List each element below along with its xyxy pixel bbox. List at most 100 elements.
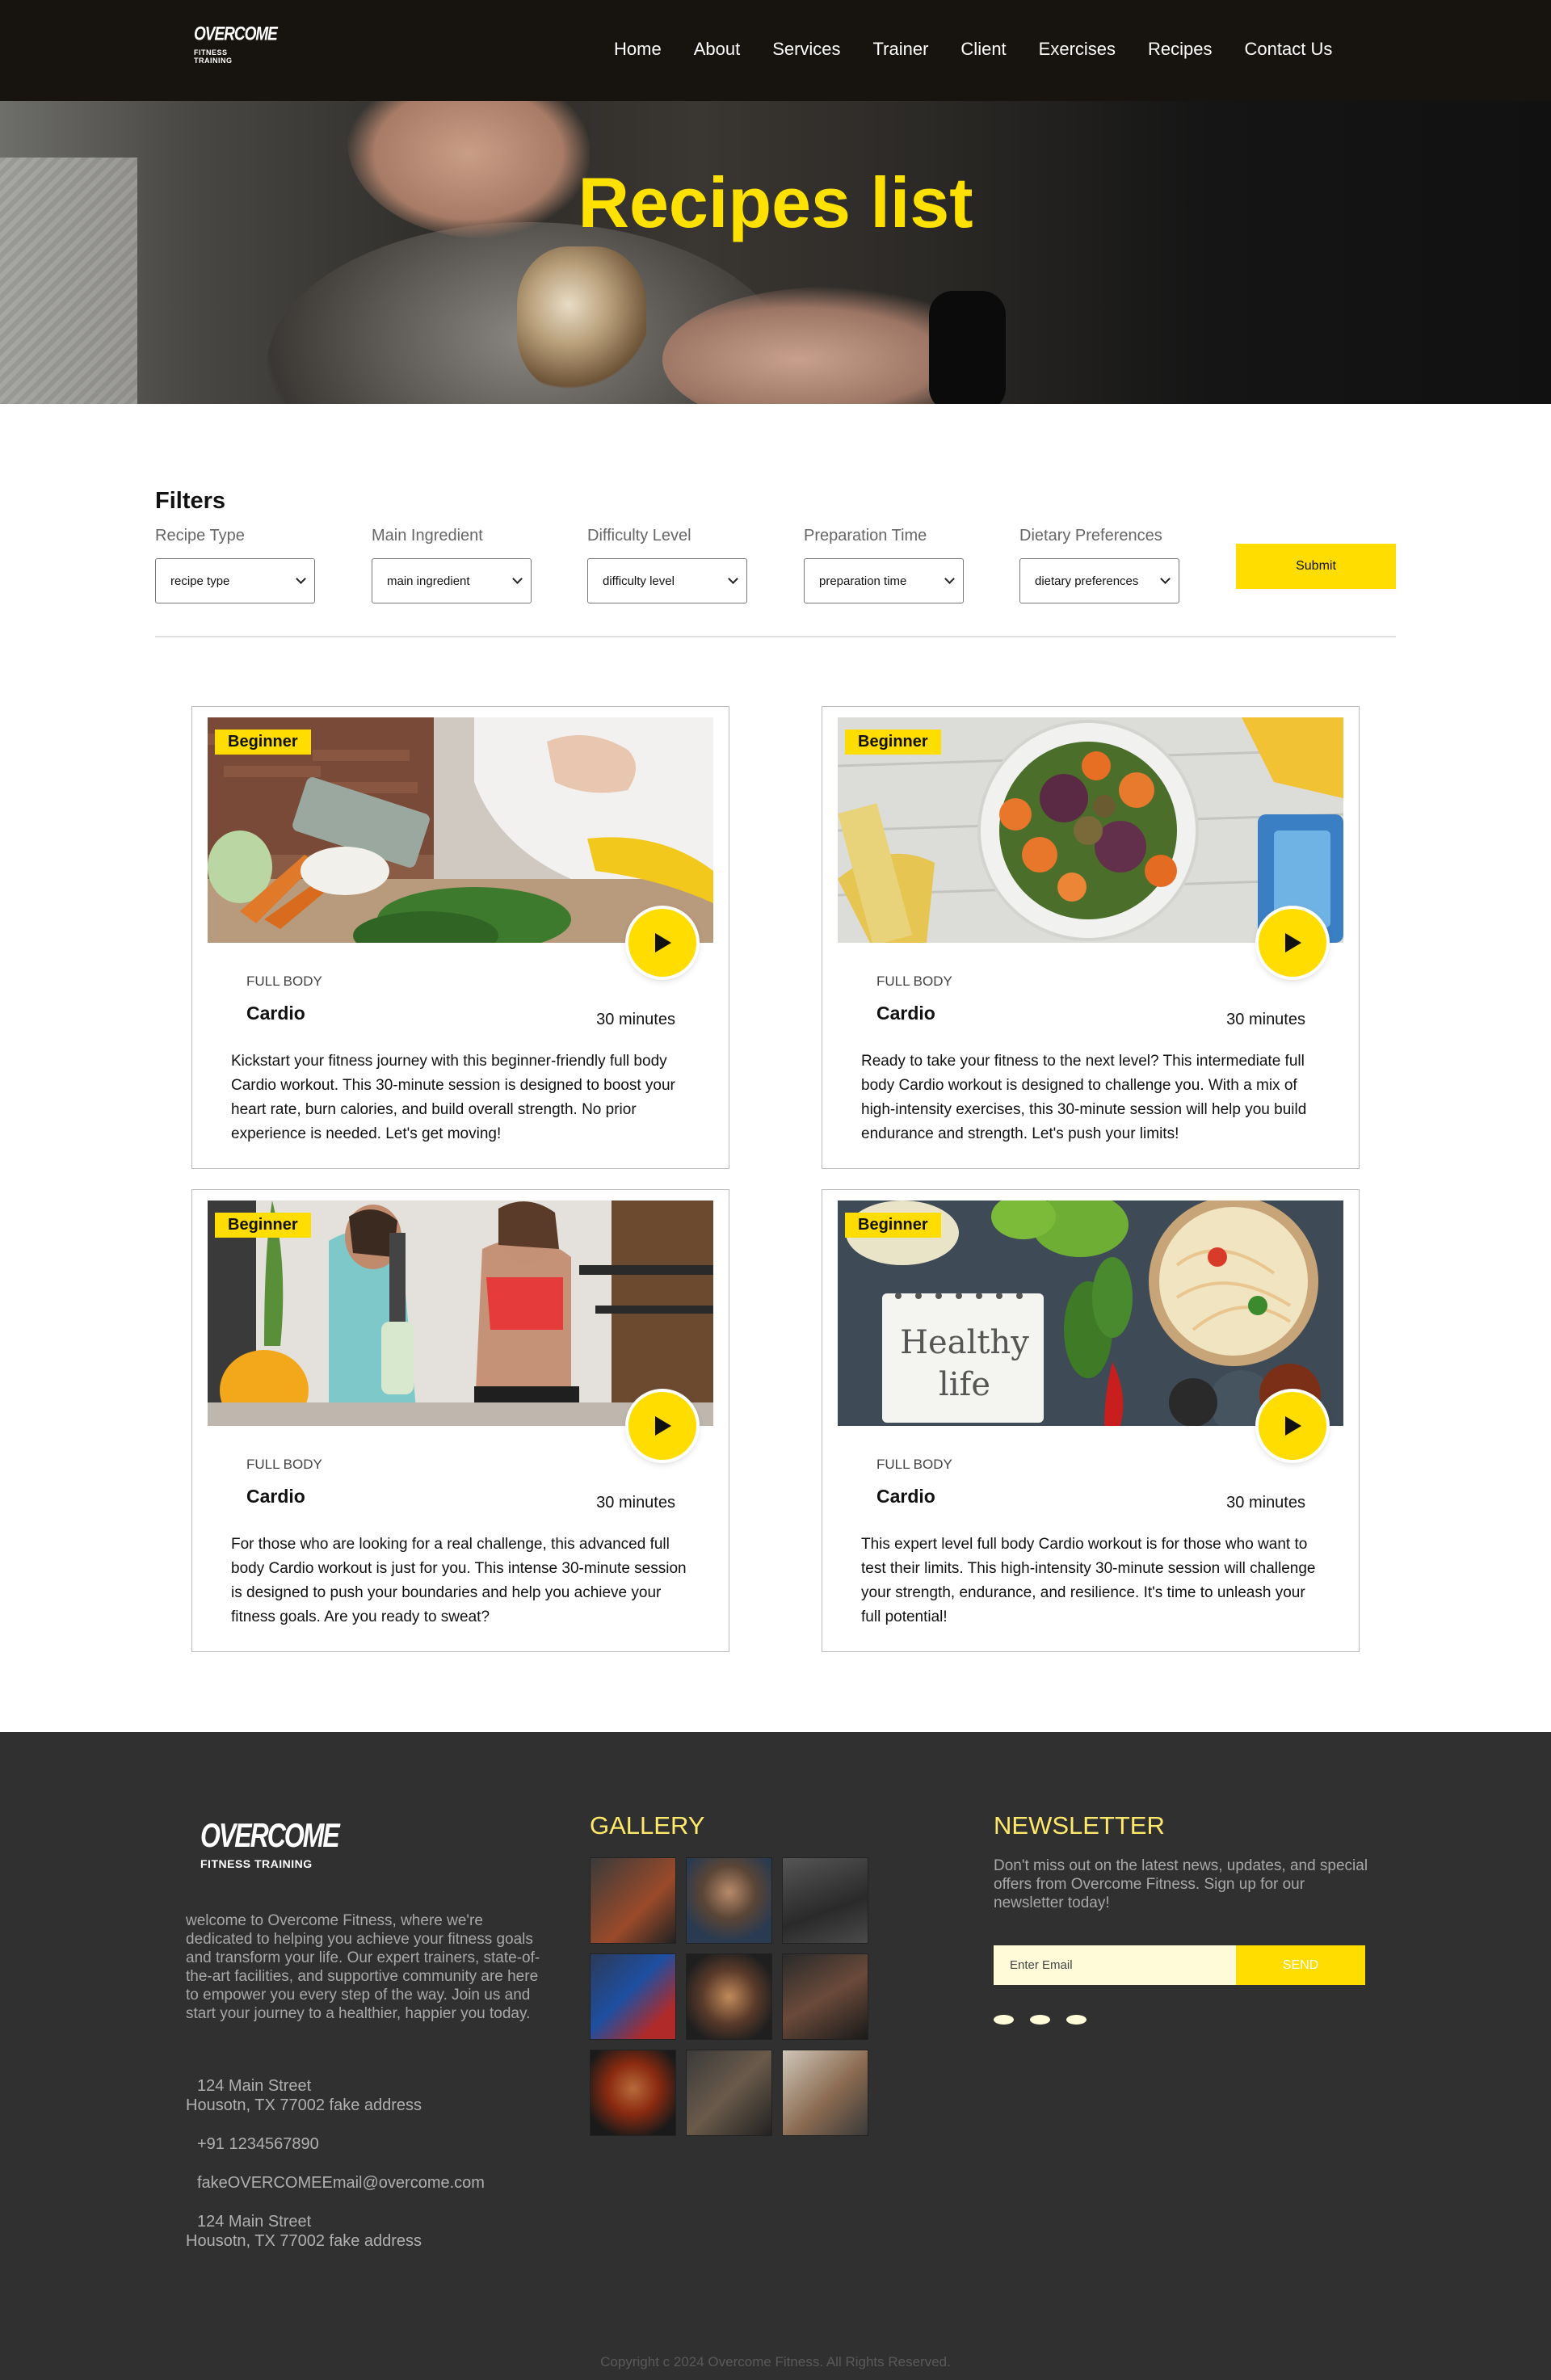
main-ingredient-select[interactable]: main ingredient [372,558,532,603]
play-button[interactable] [628,1392,696,1460]
nav-home-link[interactable]: Home [614,39,662,60]
chevron-down-icon [512,574,523,584]
submit-button[interactable]: Submit [1236,544,1396,589]
recipe-description: This expert level full body Cardio worko… [861,1536,1316,1625]
nav-services-link[interactable]: Services [772,39,840,60]
filter-dietary-preferences: Dietary Preferences dietary preferences [1019,527,1179,603]
logo-wordmark: OVERCOME [200,1816,340,1855]
address-line: Housotn, TX 77002 fake address [186,2096,422,2114]
recipe-type-select[interactable]: recipe type [155,558,315,603]
filter-label: Preparation Time [804,527,927,545]
gallery-thumb[interactable] [782,2050,868,2136]
recipe-category: FULL BODY [876,973,952,989]
filter-main-ingredient: Main Ingredient main ingredient [372,527,532,603]
gallery-thumb[interactable] [686,2050,772,2136]
difficulty-badge: Beginner [845,1213,941,1238]
recipe-description: Kickstart your fitness journey with this… [231,1053,675,1142]
address-line: 124 Main Street [197,2077,312,2095]
select-value: dietary preferences [1035,574,1139,588]
nav-exercises-link[interactable]: Exercises [1039,39,1116,60]
recipe-category: FULL BODY [246,973,322,989]
filters-heading: Filters [155,488,226,514]
newsletter-heading: NEWSLETTER [994,1811,1165,1840]
newsletter-text: Don't miss out on the latest news, updat… [994,1857,1368,1911]
filters-divider [155,636,1396,637]
gallery-thumb[interactable] [590,1857,676,1944]
recipe-name: Cardio [246,1003,305,1024]
footer-phone[interactable]: +91 1234567890 [197,2134,319,2154]
play-button[interactable] [628,909,696,977]
footer-logo[interactable]: OVERCOME FITNESS TRAINING [200,1816,340,1870]
play-icon [655,933,671,952]
footer-about-text: welcome to Overcome Fitness, where we're… [186,1912,540,2022]
hero-image-food [517,246,646,392]
filter-label: Difficulty Level [587,527,691,545]
recipe-name: Cardio [876,1003,935,1024]
filter-label: Dietary Preferences [1019,527,1162,545]
recipe-time: 30 minutes [596,1494,675,1512]
chevron-down-icon [296,574,306,584]
difficulty-badge: Beginner [215,1213,311,1238]
recipe-description: For those who are looking for a real cha… [231,1536,687,1625]
gallery-thumb[interactable] [686,1953,772,2040]
recipe-card[interactable]: Beginner FULL BODY Cardio 30 minutes Rea… [822,706,1360,1169]
gallery-thumb[interactable] [590,2050,676,2136]
address-line: Housotn, TX 77002 fake address [186,2232,422,2250]
footer-address-secondary: 124 Main Street Housotn, TX 77002 fake a… [186,2212,422,2251]
hero-banner: Recipes list [0,101,1551,404]
brand-logo[interactable]: OVERCOME FITNESS TRAINING [194,23,278,68]
newsletter-send-button[interactable]: SEND [1236,1945,1365,1985]
difficulty-badge: Beginner [215,730,311,755]
difficulty-badge: Beginner [845,730,941,755]
nav-contact-link[interactable]: Contact Us [1245,39,1333,60]
play-button[interactable] [1259,1392,1326,1460]
copyright-text: Copyright c 2024 Overcome Fitness. All R… [600,2354,951,2369]
newsletter-email-input[interactable]: Enter Email [994,1945,1236,1985]
footer-address: 124 Main Street Housotn, TX 77002 fake a… [186,2076,422,2115]
gallery-thumb[interactable] [782,1857,868,1944]
recipe-card[interactable]: Beginner FULL BODY Cardio 30 minutes Kic… [191,706,729,1169]
recipe-time: 30 minutes [1226,1011,1305,1028]
social-icon[interactable] [1066,2015,1087,2025]
recipe-card[interactable]: Healthy life Beginner FULL BODY Cardio 3… [822,1189,1360,1652]
nav-trainer-link[interactable]: Trainer [873,39,929,60]
chevron-down-icon [1160,574,1171,584]
preparation-time-select[interactable]: preparation time [804,558,964,603]
select-value: recipe type [170,574,230,588]
filter-preparation-time: Preparation Time preparation time [804,527,964,603]
gallery-thumb[interactable] [686,1857,772,1944]
social-icon[interactable] [994,2015,1014,2025]
filter-label: Recipe Type [155,527,245,545]
nav-about-link[interactable]: About [694,39,741,60]
play-icon [1285,1416,1301,1436]
dietary-preferences-select[interactable]: dietary preferences [1019,558,1179,603]
select-value: difficulty level [603,574,675,588]
select-value: preparation time [819,574,907,588]
gallery-thumb[interactable] [782,1953,868,2040]
select-value: main ingredient [387,574,470,588]
recipe-description: Ready to take your fitness to the next l… [861,1053,1307,1142]
chevron-down-icon [944,574,955,584]
filter-recipe-type: Recipe Type recipe type [155,527,315,603]
filter-label: Main Ingredient [372,527,483,545]
recipe-name: Cardio [246,1486,305,1507]
recipe-name: Cardio [876,1486,935,1507]
recipe-category: FULL BODY [876,1457,952,1472]
gallery-thumb[interactable] [590,1953,676,2040]
site-footer: OVERCOME FITNESS TRAINING welcome to Ove… [0,1732,1551,2380]
gallery-heading: GALLERY [590,1811,705,1840]
footer-email[interactable]: fakeOVERCOMEEmail@overcome.com [197,2173,485,2193]
logo-tagline: FITNESS TRAINING [200,1857,313,1870]
nav-client-link[interactable]: Client [960,39,1006,60]
difficulty-level-select[interactable]: difficulty level [587,558,747,603]
page-title: Recipes list [578,162,973,242]
filter-difficulty-level: Difficulty Level difficulty level [587,527,747,603]
top-navbar: OVERCOME FITNESS TRAINING Home About Ser… [0,0,1551,101]
nav-recipes-link[interactable]: Recipes [1148,39,1212,60]
recipe-category: FULL BODY [246,1457,322,1472]
logo-wordmark: OVERCOME [194,23,278,45]
social-icon[interactable] [1030,2015,1050,2025]
recipe-card[interactable]: Beginner FULL BODY Cardio 30 minutes For… [191,1189,729,1652]
play-button[interactable] [1259,909,1326,977]
play-icon [1285,933,1301,952]
